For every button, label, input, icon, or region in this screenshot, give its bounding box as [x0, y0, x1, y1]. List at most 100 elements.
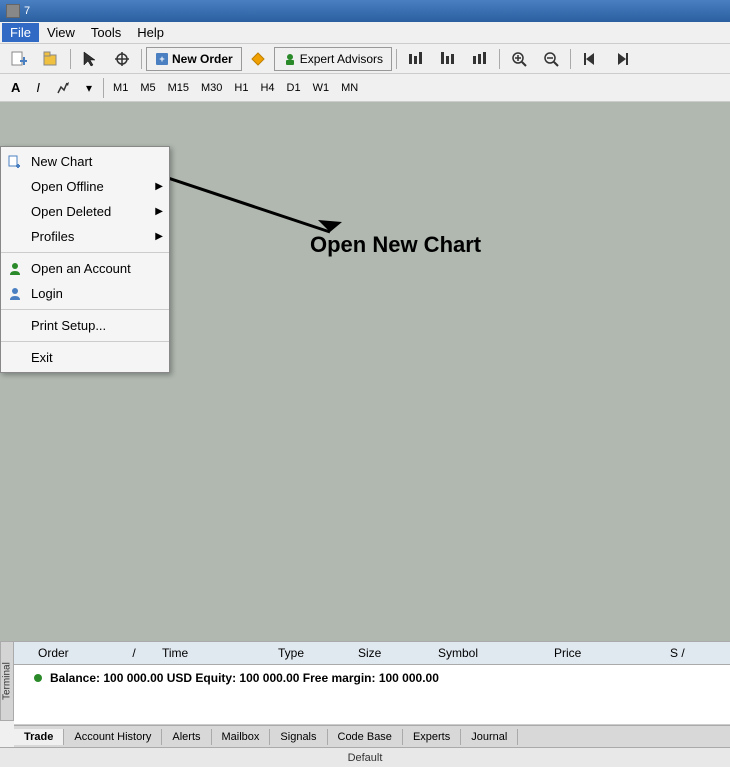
- menu-sep-3: [1, 341, 169, 342]
- new-icon: [11, 51, 27, 67]
- toolbar-btn-4[interactable]: [107, 47, 137, 71]
- login-icon: [7, 286, 23, 302]
- tab-mailbox[interactable]: Mailbox: [212, 729, 271, 745]
- col-time: Time: [158, 644, 274, 662]
- dropdown-btn[interactable]: ▾: [79, 76, 99, 100]
- balance-row: Balance: 100 000.00 USD Equity: 100 000.…: [34, 669, 710, 687]
- zoom-icon-1: [408, 51, 424, 67]
- chart-zoom-btn-1[interactable]: [401, 47, 431, 71]
- balance-text: Balance: 100 000.00 USD Equity: 100 000.…: [50, 671, 439, 685]
- terminal-label: Terminal: [0, 641, 14, 721]
- italic-btn[interactable]: I: [29, 76, 47, 100]
- text-a-icon: A: [11, 80, 20, 95]
- scroll-left-btn[interactable]: [575, 47, 605, 71]
- menu-sep-1: [1, 252, 169, 253]
- title-bar: 7: [0, 0, 730, 22]
- tab-signals[interactable]: Signals: [270, 729, 327, 745]
- open-deleted-label: Open Deleted: [31, 204, 111, 219]
- menu-login[interactable]: Login: [1, 281, 169, 306]
- zoom-in-btn[interactable]: [504, 47, 534, 71]
- menu-open-account[interactable]: Open an Account: [1, 256, 169, 281]
- tab-alerts[interactable]: Alerts: [162, 729, 211, 745]
- cursor-icon: [82, 51, 98, 67]
- tab-account-history[interactable]: Account History: [64, 729, 162, 745]
- open-offline-icon: [7, 179, 23, 195]
- col-price: Price: [550, 644, 666, 662]
- person-blue-icon: [8, 287, 22, 301]
- col-sa: S /: [666, 644, 710, 662]
- open-deleted-arrow: ▶: [155, 206, 163, 217]
- tf-d1[interactable]: D1: [282, 80, 306, 96]
- zoom-out-btn[interactable]: [536, 47, 566, 71]
- tf-m30[interactable]: M30: [196, 80, 227, 96]
- scroll-right-icon: [614, 51, 630, 67]
- scroll-right-btn[interactable]: [607, 47, 637, 71]
- tf-h1[interactable]: H1: [229, 80, 253, 96]
- tabs-bar: Trade Account History Alerts Mailbox Sig…: [14, 725, 730, 747]
- table-body: Balance: 100 000.00 USD Equity: 100 000.…: [14, 665, 730, 725]
- menu-view[interactable]: View: [39, 23, 83, 42]
- status-default: Default: [8, 752, 722, 764]
- magnify-plus-icon: [511, 51, 527, 67]
- menu-print-setup[interactable]: Print Setup...: [1, 313, 169, 338]
- menu-help[interactable]: Help: [129, 23, 172, 42]
- chart-zoom-btn-3[interactable]: [465, 47, 495, 71]
- text-tool-btn[interactable]: A: [4, 76, 27, 100]
- app-icon: [6, 4, 20, 18]
- profiles-arrow: ▶: [155, 231, 163, 242]
- exit-icon: [7, 350, 23, 366]
- tf-separator: [103, 78, 104, 98]
- separator-5: [570, 49, 571, 69]
- toolbar-btn-2[interactable]: [36, 47, 66, 71]
- scroll-left-icon: [582, 51, 598, 67]
- col-symbol: Symbol: [434, 644, 550, 662]
- chart-zoom-btn-2[interactable]: [433, 47, 463, 71]
- tf-mn[interactable]: MN: [336, 80, 363, 96]
- menu-exit[interactable]: Exit: [1, 345, 169, 370]
- menu-open-offline[interactable]: Open Offline ▶: [1, 174, 169, 199]
- order-icon: +: [155, 52, 169, 66]
- menu-new-chart[interactable]: New Chart: [1, 149, 169, 174]
- tab-experts[interactable]: Experts: [403, 729, 461, 745]
- bottom-panel: Terminal Order / Time Type Size Symbol P…: [0, 641, 730, 767]
- zoom-icon-3: [472, 51, 488, 67]
- person-green-icon: [8, 262, 22, 276]
- toolbar-btn-diamond[interactable]: [244, 47, 272, 71]
- tf-m15[interactable]: M15: [163, 80, 194, 96]
- tf-h4[interactable]: H4: [255, 80, 279, 96]
- balance-dot: [34, 674, 42, 682]
- tf-w1[interactable]: W1: [308, 80, 335, 96]
- tab-trade[interactable]: Trade: [14, 729, 64, 745]
- separator-4: [499, 49, 500, 69]
- menu-file[interactable]: File: [2, 23, 39, 42]
- chart-area: New Chart Open Offline ▶ Open Deleted ▶ …: [0, 102, 730, 641]
- toolbar-btn-1[interactable]: [4, 47, 34, 71]
- status-bar: Default: [0, 747, 730, 767]
- separator-3: [396, 49, 397, 69]
- tab-code-base[interactable]: Code Base: [328, 729, 403, 745]
- chart-small-icon: [8, 155, 22, 169]
- italic-icon: I: [36, 80, 40, 95]
- toolbar-btn-3[interactable]: [75, 47, 105, 71]
- menu-bar: File View Tools Help: [0, 22, 730, 44]
- menu-profiles[interactable]: Profiles ▶: [1, 224, 169, 249]
- draw-icon: [56, 81, 70, 95]
- separator-2: [141, 49, 142, 69]
- col-order: Order: [34, 644, 128, 662]
- tf-m1[interactable]: M1: [108, 80, 133, 96]
- menu-tools[interactable]: Tools: [83, 23, 129, 42]
- draw-btn[interactable]: [49, 76, 77, 100]
- diamond-icon: [251, 52, 265, 66]
- tab-journal[interactable]: Journal: [461, 729, 518, 745]
- expert-advisors-button[interactable]: Expert Advisors: [274, 47, 392, 71]
- new-chart-label: New Chart: [31, 154, 92, 169]
- tf-m5[interactable]: M5: [135, 80, 160, 96]
- menu-open-deleted[interactable]: Open Deleted ▶: [1, 199, 169, 224]
- crosshair-icon: [114, 51, 130, 67]
- col-slash: /: [128, 644, 158, 662]
- print-setup-label: Print Setup...: [31, 318, 106, 333]
- toolbar-main: + New Order Expert Advisors: [0, 44, 730, 74]
- col-size: Size: [354, 644, 434, 662]
- new-order-button[interactable]: + New Order: [146, 47, 242, 71]
- open-deleted-icon: [7, 204, 23, 220]
